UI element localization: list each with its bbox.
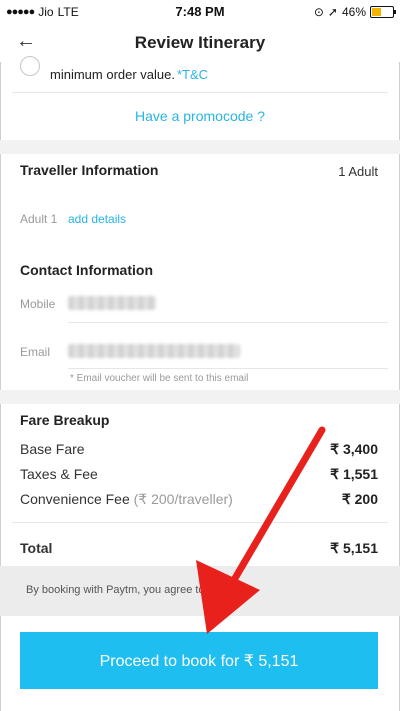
agreement-tc-link[interactable]: C xyxy=(214,584,222,596)
offer-radio[interactable] xyxy=(20,56,40,76)
location-icon: ➚ xyxy=(327,5,338,19)
nav-bar: ← Review Itinerary xyxy=(0,24,400,62)
mobile-value-redacted[interactable] xyxy=(68,296,156,310)
total-label: Total xyxy=(20,540,53,556)
divider xyxy=(12,522,388,523)
section-gap xyxy=(0,390,400,404)
email-label: Email xyxy=(20,345,51,359)
divider xyxy=(12,92,388,93)
base-fare-label: Base Fare xyxy=(20,441,85,457)
total-row: Total ₹ 5,151 xyxy=(20,540,378,556)
offer-text: minimum order value. *T&C xyxy=(50,67,208,82)
base-fare-amount: ₹ 3,400 xyxy=(330,441,378,457)
email-value-redacted[interactable] xyxy=(68,344,240,358)
page-title: Review Itinerary xyxy=(134,33,266,52)
taxes-label: Taxes & Fee xyxy=(20,466,98,482)
agreement-banner: By booking with Paytm, you agree to oC xyxy=(0,566,400,616)
traveller-count: 1 Adult xyxy=(338,164,378,179)
email-underline xyxy=(68,368,388,369)
status-bar: ●●●●● Jio LTE 7:48 PM ⊙ ➚ 46% xyxy=(0,0,400,24)
status-right: ⊙ ➚ 46% xyxy=(313,5,396,19)
agreement-copy: By booking with Paytm, you agree to o xyxy=(26,584,214,596)
traveller-heading: Traveller Information xyxy=(20,162,159,178)
offer-row: minimum order value. *T&C xyxy=(0,56,400,92)
contact-heading: Contact Information xyxy=(20,262,153,278)
section-gap xyxy=(0,140,400,154)
convenience-row: Convenience Fee (₹ 200/traveller) ₹ 200 xyxy=(20,491,378,508)
agreement-text: By booking with Paytm, you agree to oC xyxy=(26,584,222,596)
add-details-link[interactable]: add details xyxy=(68,212,126,226)
battery-icon xyxy=(370,6,396,18)
adult-label: Adult 1 xyxy=(20,212,58,226)
taxes-amount: ₹ 1,551 xyxy=(330,466,378,482)
mobile-label: Mobile xyxy=(20,297,56,311)
orientation-lock-icon: ⊙ xyxy=(313,5,324,19)
proceed-to-book-button[interactable]: Proceed to book for ₹ 5,151 xyxy=(20,632,378,689)
convenience-amount: ₹ 200 xyxy=(341,491,378,507)
offer-description: minimum order value. xyxy=(50,67,175,82)
promocode-link[interactable]: Have a promocode ? xyxy=(0,108,400,124)
fare-heading: Fare Breakup xyxy=(20,412,110,428)
mobile-underline xyxy=(68,322,388,323)
taxes-row: Taxes & Fee ₹ 1,551 xyxy=(20,466,378,482)
base-fare-row: Base Fare ₹ 3,400 xyxy=(20,441,378,457)
battery-percent: 46% xyxy=(341,5,366,19)
email-note: * Email voucher will be sent to this ema… xyxy=(70,373,249,384)
convenience-label: Convenience Fee xyxy=(20,491,130,507)
offer-tc-link[interactable]: *T&C xyxy=(177,67,208,82)
total-amount: ₹ 5,151 xyxy=(330,540,378,556)
convenience-per-traveller: (₹ 200/traveller) xyxy=(133,491,233,507)
